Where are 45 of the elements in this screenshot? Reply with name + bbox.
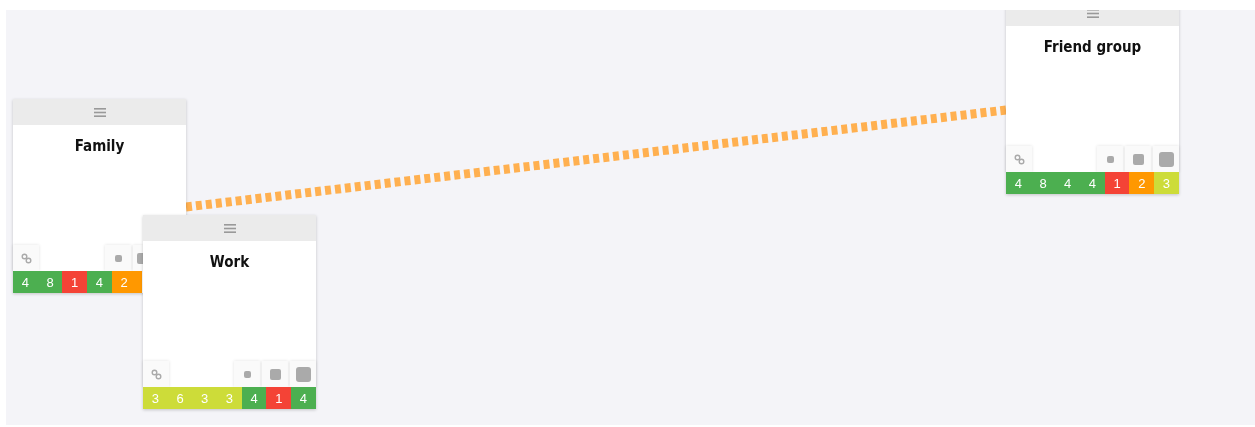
score-cell: 1 (266, 387, 292, 409)
small-size-button[interactable] (105, 245, 131, 271)
score-cell: 4 (1055, 172, 1081, 194)
small-size-button[interactable] (1097, 146, 1123, 172)
score-cell: 1 (1104, 172, 1130, 194)
menu-icon (1086, 10, 1099, 18)
link-icon (150, 368, 162, 380)
score-cell: 2 (1129, 172, 1155, 194)
card-title: Work (209, 253, 250, 271)
link-button[interactable] (13, 245, 39, 271)
medium-size-button[interactable] (133, 245, 143, 271)
score-cell: 1 (62, 271, 88, 293)
score-cell: 4 (1080, 172, 1105, 194)
link-button[interactable] (1006, 146, 1032, 172)
score-cell: 6 (167, 387, 193, 409)
drag-handle[interactable] (13, 99, 186, 125)
score-cell: 4 (291, 387, 316, 409)
large-square-icon (1158, 151, 1174, 167)
link-button[interactable] (143, 361, 169, 387)
score-cell: 2 (111, 271, 137, 293)
card-title: Friend group (1043, 38, 1142, 56)
menu-icon (93, 107, 106, 117)
score-cell: 4 (241, 387, 267, 409)
link-icon (20, 252, 32, 264)
score-cell: 4 (1006, 172, 1031, 194)
score-cell: 3 (143, 387, 168, 409)
score-cell: 3 (1154, 172, 1179, 194)
score-cell: 4 (87, 271, 112, 293)
small-size-button[interactable] (234, 361, 260, 387)
drag-handle[interactable] (143, 215, 316, 241)
score-cell: 4 (13, 271, 38, 293)
medium-square-icon (269, 368, 281, 380)
medium-size-button[interactable] (262, 361, 288, 387)
large-size-button[interactable] (1153, 146, 1179, 172)
score-cell: 8 (37, 271, 63, 293)
score-cell: 8 (1030, 172, 1056, 194)
large-square-icon (295, 366, 311, 382)
menu-icon (223, 223, 236, 233)
link-icon (1013, 153, 1025, 165)
score-cell: 3 (192, 387, 218, 409)
score-cell: 3 (217, 387, 242, 409)
large-size-button[interactable] (290, 361, 316, 387)
medium-size-button[interactable] (1125, 146, 1151, 172)
card-title: Family (74, 137, 125, 155)
medium-square-icon (1132, 153, 1144, 165)
